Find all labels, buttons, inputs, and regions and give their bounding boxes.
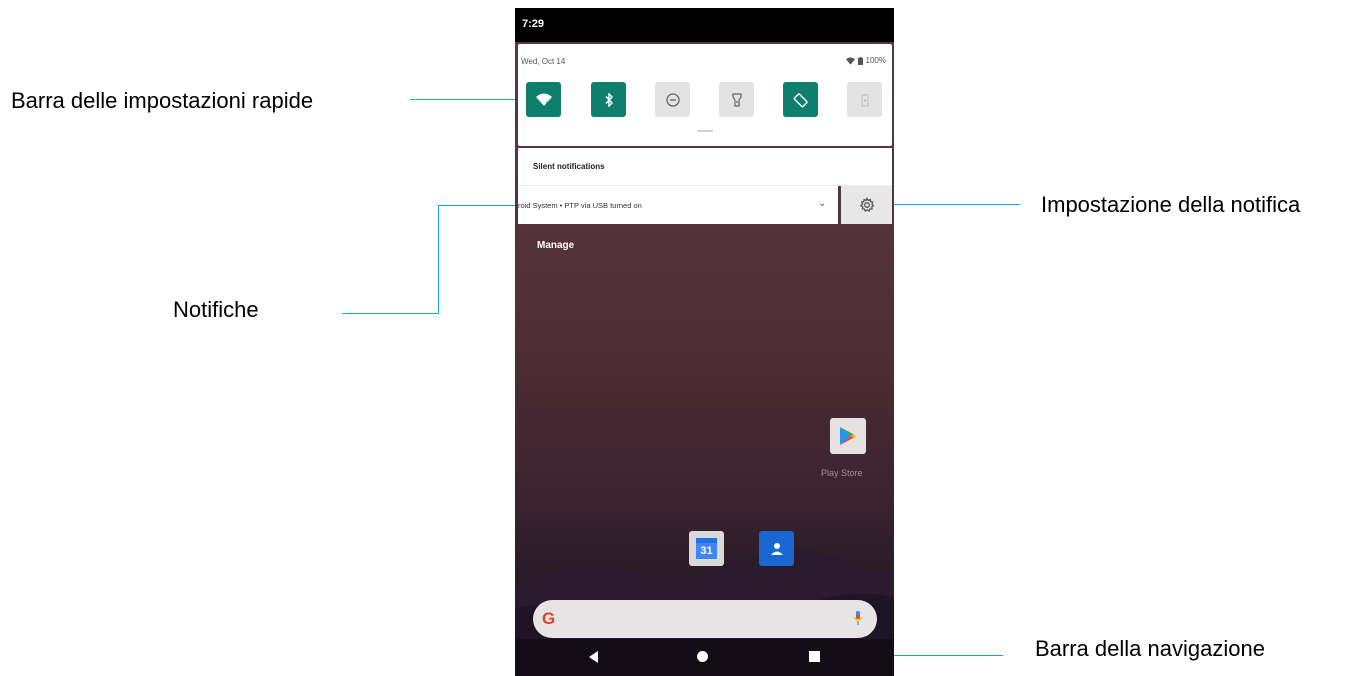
silent-notifications-header: Silent notifications	[518, 148, 892, 186]
recents-icon[interactable]	[809, 651, 820, 662]
status-bar: 7:29	[515, 8, 894, 42]
quick-settings-panel: Wed, Oct 14 100% 5	[518, 44, 892, 146]
home-icon[interactable]	[697, 651, 708, 662]
battery-percent: 100%	[865, 56, 886, 65]
do-not-disturb-icon	[665, 92, 680, 107]
manage-button[interactable]: Manage	[537, 240, 574, 251]
qs-expand-handle[interactable]	[697, 130, 713, 132]
callout-line-notification-setting	[893, 204, 1020, 205]
battery-status-icon	[857, 56, 863, 65]
qs-tile-auto-rotate[interactable]	[783, 82, 818, 117]
notification-item[interactable]: roid System • PTP via USB turned on ⌄	[518, 186, 838, 224]
auto-rotate-icon	[793, 92, 808, 107]
person-icon	[770, 542, 783, 555]
microphone-icon[interactable]	[853, 610, 863, 626]
notification-text: roid System • PTP via USB turned on	[518, 201, 642, 210]
google-logo: G	[542, 609, 556, 628]
callout-line-quick-settings	[410, 99, 515, 100]
callout-line-notifications-h2	[438, 205, 518, 206]
back-icon[interactable]	[589, 651, 599, 663]
qs-tile-battery-saver[interactable]	[847, 82, 882, 117]
callout-line-notifications-v	[438, 205, 439, 314]
bluetooth-icon	[604, 92, 613, 107]
qs-tile-do-not-disturb[interactable]	[655, 82, 690, 117]
wifi-status-icon	[845, 56, 855, 65]
play-store-icon	[840, 427, 856, 445]
callout-notification-setting: Impostazione della notifica	[1041, 192, 1301, 217]
silent-notifications-label: Silent notifications	[533, 162, 605, 171]
google-search-bar[interactable]: G	[533, 600, 877, 638]
qs-status: 100%	[845, 56, 886, 65]
qs-date[interactable]: Wed, Oct 14	[521, 57, 565, 66]
calendar-app-icon[interactable]: 31	[689, 531, 724, 566]
calendar-icon-day: 31	[696, 543, 717, 559]
svg-text:5: 5	[546, 102, 550, 107]
callout-line-notifications-h1	[342, 313, 439, 314]
qs-tile-bluetooth[interactable]	[591, 82, 626, 117]
play-store-app-icon[interactable]	[830, 418, 866, 454]
qs-tile-wifi[interactable]: 5	[526, 82, 561, 117]
notification-settings-button[interactable]	[841, 186, 892, 224]
callout-line-navigation-bar	[893, 655, 1003, 656]
qs-tile-flashlight[interactable]	[719, 82, 754, 117]
callout-quick-settings: Barra delle impostazioni rapide	[11, 88, 314, 113]
callout-navigation-bar: Barra della navigazione	[1035, 636, 1265, 661]
navigation-bar	[515, 639, 894, 676]
phone-screen: 7:29 Wed, Oct 14 100% 5 Silent notificat…	[515, 8, 894, 676]
wifi-icon: 5	[535, 93, 552, 107]
flashlight-icon	[731, 92, 742, 107]
gear-icon	[859, 197, 875, 212]
contacts-app-icon[interactable]	[759, 531, 794, 566]
play-store-label: Play Store	[821, 468, 863, 478]
battery-saver-icon	[861, 93, 868, 106]
status-time: 7:29	[522, 18, 545, 30]
callout-notifications: Notifiche	[173, 297, 259, 322]
chevron-down-icon[interactable]: ⌄	[818, 198, 826, 209]
